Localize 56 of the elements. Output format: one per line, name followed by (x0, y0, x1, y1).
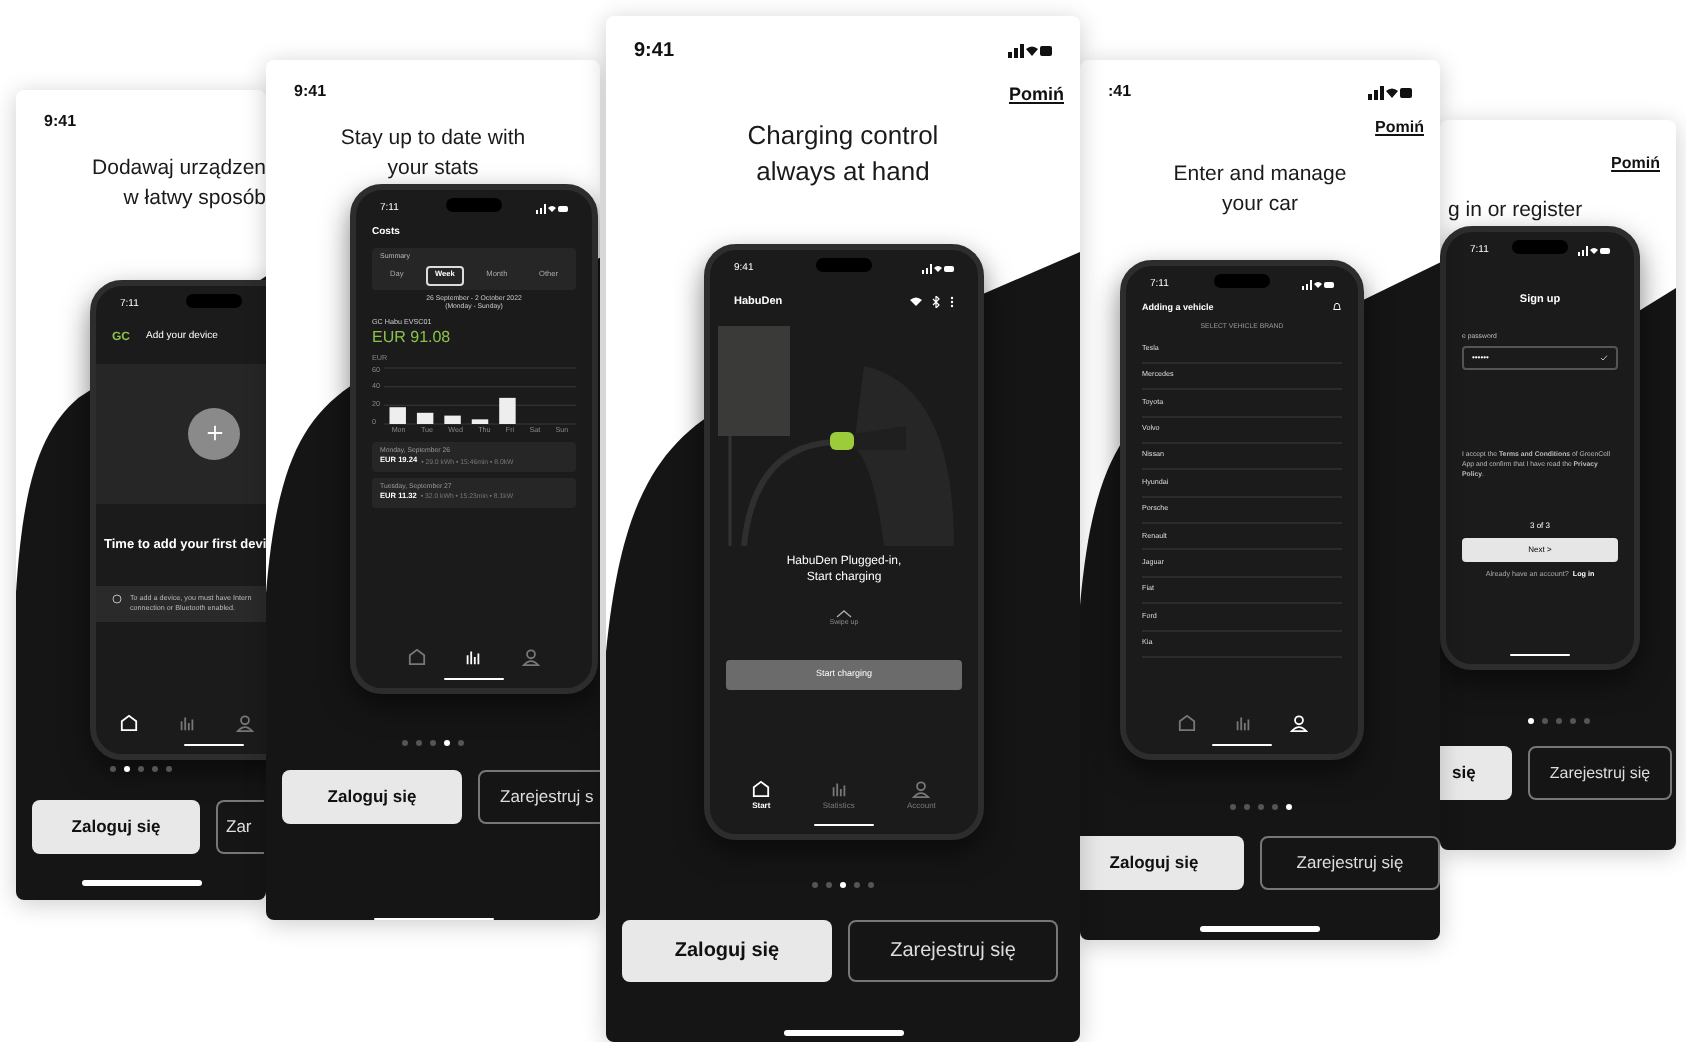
home-indicator (444, 677, 504, 680)
home-indicator (1510, 653, 1570, 656)
status-time: :41 (1108, 80, 1132, 104)
status-icons (536, 204, 568, 215)
onboarding-title: Dodawaj urządzen w łatwy sposób (90, 154, 266, 214)
login-button[interactable]: się (1440, 746, 1512, 800)
camera-notch (186, 294, 242, 308)
bar (499, 397, 516, 424)
skip-link[interactable]: Pomiń (1375, 116, 1440, 140)
bar (416, 412, 434, 424)
chevron-up-icon (836, 609, 852, 618)
onboarding-title: Enter and manage your car (1171, 160, 1349, 220)
status-icons (1008, 44, 1052, 58)
register-button[interactable]: Zarejestruj się (1528, 746, 1672, 800)
register-button[interactable]: Zar (216, 800, 264, 854)
status-icons (1368, 85, 1412, 99)
home-indicator (184, 743, 244, 746)
skip-link[interactable]: Pomiń (1008, 82, 1080, 109)
onboarding-title: Stay up to date with your stats (338, 124, 528, 184)
register-button[interactable]: Zarejestruj się (848, 920, 1058, 982)
check-icon (1600, 353, 1608, 362)
home-indicator (1212, 743, 1272, 746)
status-time: 9:41 (634, 38, 675, 66)
status-time: 9:41 (44, 110, 77, 134)
bar (389, 406, 406, 424)
login-button[interactable]: Zaloguj się (282, 770, 462, 824)
camera-notch (446, 198, 502, 212)
skip-link[interactable]: Pomiń (1611, 152, 1676, 176)
home-indicator (373, 918, 493, 920)
bar (444, 415, 461, 424)
home-indicator (814, 823, 874, 826)
info-icon (112, 594, 122, 605)
status-time: 9:41 (294, 80, 327, 104)
home-indicator (783, 1030, 903, 1036)
camera-notch (1512, 240, 1568, 254)
bell-icon[interactable] (1332, 302, 1342, 313)
bar (471, 418, 489, 424)
home-indicator (81, 880, 201, 886)
camera-notch (816, 258, 872, 272)
bluetooth-icon[interactable] (932, 295, 940, 308)
status-icons (1578, 246, 1610, 257)
user-icon[interactable] (1289, 713, 1307, 731)
status-icons (922, 264, 954, 275)
status-icons (1302, 280, 1334, 291)
wifi-icon[interactable] (910, 296, 922, 307)
onboarding-title: Charging control always at hand (745, 117, 941, 189)
total-cost: EUR 91.08 (372, 328, 453, 347)
register-button[interactable]: Zarejestruj się (1260, 836, 1440, 890)
camera-notch (1214, 274, 1270, 288)
login-button[interactable]: Zaloguj się (32, 800, 200, 854)
login-button[interactable]: Zaloguj się (1080, 836, 1244, 890)
login-button[interactable]: Zaloguj się (622, 920, 832, 982)
add-device-button[interactable] (188, 407, 240, 459)
onboarding-title: g in or register (1446, 196, 1585, 226)
plus-icon (205, 424, 223, 442)
home-indicator (1200, 926, 1320, 932)
